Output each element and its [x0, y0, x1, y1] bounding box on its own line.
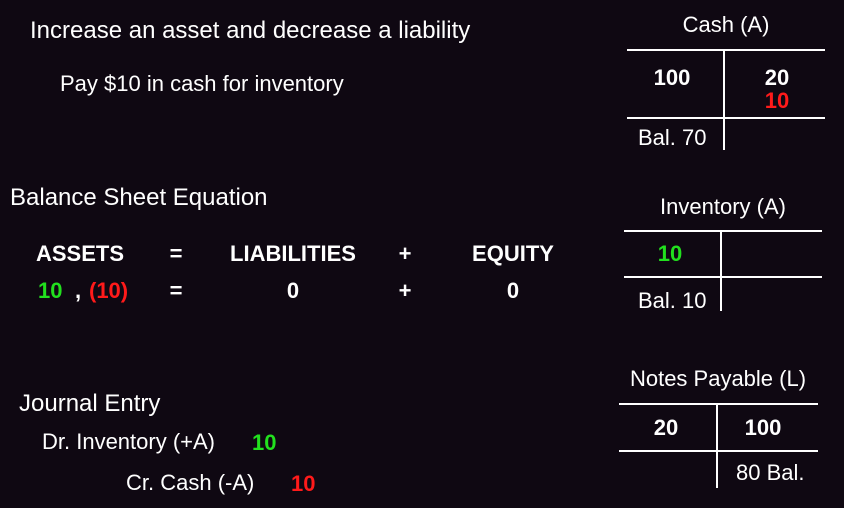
plus-sign: +: [398, 278, 412, 303]
assets-comma: ,: [75, 278, 82, 303]
plus-header: +: [398, 241, 412, 266]
inventory-balance: Bal. 10: [638, 288, 707, 313]
assets-increase-value: 10: [38, 278, 63, 303]
journal-credit-label: Cr. Cash (-A): [126, 470, 255, 495]
equity-header: EQUITY: [472, 241, 554, 266]
equals-header: =: [169, 241, 183, 266]
equals-sign: =: [169, 278, 183, 303]
cash-top-rule: [627, 49, 825, 51]
assets-decrease-value: (10): [89, 278, 129, 303]
inventory-title: Inventory (A): [660, 194, 786, 219]
liabilities-header: LIABILITIES: [230, 241, 356, 266]
inventory-debit-value: 10: [657, 241, 683, 266]
notes-payable-balance-rule: [619, 450, 818, 452]
journal-debit-amount: 10: [252, 430, 277, 455]
journal-title: Journal Entry: [19, 390, 161, 417]
cash-balance: Bal. 70: [638, 125, 707, 150]
transaction-description: Pay $10 in cash for inventory: [60, 71, 344, 96]
inventory-divider: [720, 231, 722, 311]
notes-payable-divider: [716, 404, 718, 488]
equity-value: 0: [506, 278, 520, 303]
equation-title: Balance Sheet Equation: [10, 184, 268, 211]
notes-payable-credit-value: 100: [744, 415, 782, 440]
notes-payable-title: Notes Payable (L): [629, 366, 807, 391]
liabilities-value: 0: [286, 278, 300, 303]
notes-payable-debit-value: 20: [653, 415, 679, 440]
assets-header: ASSETS: [36, 241, 125, 266]
notes-payable-top-rule: [619, 403, 818, 405]
inventory-balance-rule: [624, 276, 822, 278]
cash-divider: [723, 50, 725, 150]
inventory-top-rule: [624, 230, 822, 232]
notes-payable-balance: 80 Bal.: [736, 460, 805, 485]
journal-credit-amount: 10: [291, 471, 316, 496]
heading: Increase an asset and decrease a liabili…: [30, 17, 471, 44]
cash-title: Cash (A): [682, 12, 770, 37]
journal-debit-label: Dr. Inventory (+A): [42, 429, 216, 454]
cash-balance-rule: [627, 117, 825, 119]
cash-credit-value-2: 10: [764, 88, 790, 113]
cash-debit-value: 100: [653, 65, 691, 90]
